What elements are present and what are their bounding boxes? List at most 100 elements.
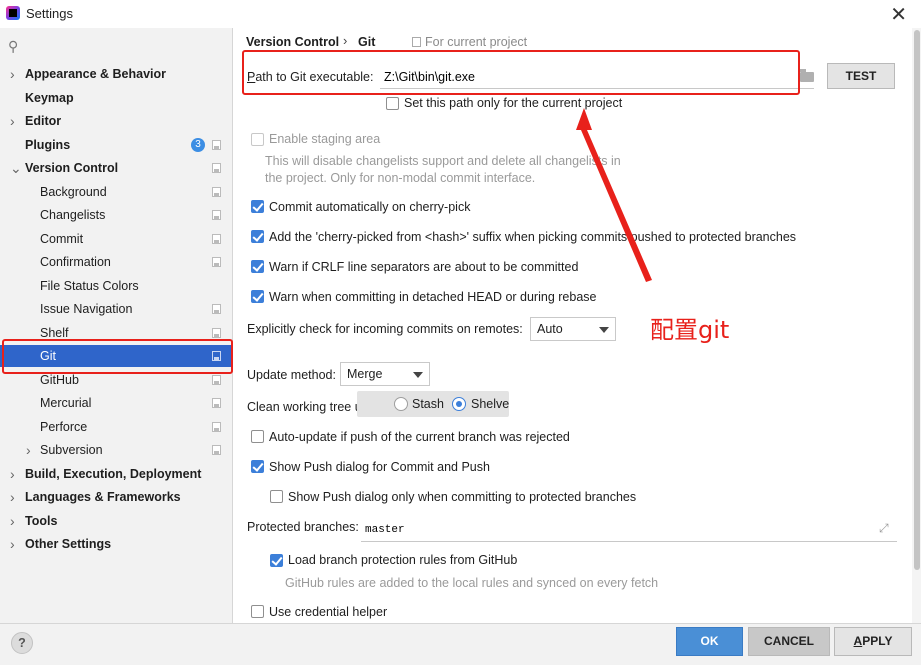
chevron-right-icon[interactable]: › <box>10 110 15 132</box>
load-rules-checkbox[interactable] <box>270 554 283 567</box>
sidebar-item-label: Version Control <box>25 161 119 175</box>
sidebar-item-commit[interactable]: Commit <box>0 228 232 250</box>
project-scope-icon <box>212 327 221 338</box>
current-project-only-label: Set this path only for the current proje… <box>404 96 623 110</box>
breadcrumb-current: Git <box>358 35 376 49</box>
show-push-protected-checkbox[interactable] <box>270 490 283 503</box>
git-path-label: Path to Git executable: <box>247 70 373 84</box>
sidebar-item-label: Issue Navigation <box>40 302 133 316</box>
incoming-commits-select[interactable]: Auto <box>530 317 616 341</box>
sidebar-item-label: Commit <box>40 231 84 246</box>
stash-radio[interactable] <box>394 397 408 411</box>
chevron-down-icon <box>599 327 609 333</box>
commit-cherry-pick-checkbox[interactable] <box>251 200 264 213</box>
ok-button[interactable]: OK <box>676 627 743 656</box>
sidebar-item-background[interactable]: Background <box>0 181 232 203</box>
sidebar-item-perforce[interactable]: Perforce <box>0 416 232 438</box>
sidebar-item-file-status-colors[interactable]: File Status Colors <box>0 275 232 297</box>
sidebar-item-subversion[interactable]: › Subversion <box>0 439 232 461</box>
chevron-down-icon[interactable]: ⌄ <box>10 157 22 179</box>
apply-mnemonic: A <box>853 634 863 648</box>
cancel-button[interactable]: CANCEL <box>748 627 830 656</box>
cherry-picked-suffix-label: Add the 'cherry-picked from <hash>' suff… <box>269 230 797 244</box>
test-button[interactable]: TEST <box>827 63 895 89</box>
warn-crlf-checkbox[interactable] <box>251 260 264 273</box>
git-path-input[interactable] <box>380 65 814 89</box>
sidebar-item-label: Editor <box>25 114 62 128</box>
sidebar-item-github[interactable]: GitHub <box>0 369 232 391</box>
scope-indicator: For current project <box>412 35 527 49</box>
update-method-label: Update method: <box>247 368 336 382</box>
warn-detached-checkbox[interactable] <box>251 290 264 303</box>
sidebar-item-label: GitHub <box>40 372 79 387</box>
search-box[interactable]: ⚲ <box>6 37 226 57</box>
shelve-label: Shelve <box>471 397 510 411</box>
sidebar-item-appearance-behavior[interactable]: › Appearance & Behavior <box>0 63 232 85</box>
chevron-right-icon[interactable]: › <box>10 486 15 508</box>
chevron-right-icon[interactable]: › <box>10 510 15 532</box>
project-scope-icon <box>212 186 221 197</box>
scope-label: For current project <box>425 35 528 49</box>
chevron-right-icon[interactable]: › <box>10 463 15 485</box>
project-scope-icon <box>212 139 221 150</box>
sidebar-item-label: Mercurial <box>40 396 92 410</box>
sidebar-item-confirmation[interactable]: Confirmation <box>0 251 232 273</box>
chevron-right-icon[interactable]: › <box>10 533 15 555</box>
sidebar-item-other-settings[interactable]: › Other Settings <box>0 533 232 555</box>
staging-area-label: Enable staging area <box>269 132 381 146</box>
sidebar-item-tools[interactable]: › Tools <box>0 510 232 532</box>
current-project-only-checkbox[interactable] <box>386 97 399 110</box>
breadcrumb-separator: › <box>343 33 348 48</box>
dialog-footer: ? OK CANCEL APPLY <box>0 623 921 665</box>
sidebar-item-changelists[interactable]: Changelists <box>0 204 232 226</box>
project-scope-icon <box>412 37 421 47</box>
sidebar-item-label: Git <box>40 349 56 363</box>
sidebar-item-mercurial[interactable]: Mercurial <box>0 392 232 414</box>
sidebar-item-label: Tools <box>25 513 58 528</box>
auto-update-checkbox[interactable] <box>251 430 264 443</box>
sidebar-item-issue-navigation[interactable]: Issue Navigation <box>0 298 232 320</box>
shelve-radio[interactable] <box>452 397 466 411</box>
sidebar-item-version-control[interactable]: ⌄ Version Control <box>0 157 232 179</box>
sidebar-item-shelf[interactable]: Shelf <box>0 322 232 344</box>
sidebar-item-editor[interactable]: › Editor <box>0 110 232 132</box>
chevron-right-icon[interactable]: › <box>26 439 31 461</box>
commit-cherry-pick-label: Commit automatically on cherry-pick <box>269 200 471 214</box>
sidebar-item-label: Keymap <box>25 90 74 105</box>
rules-note: GitHub rules are added to the local rule… <box>285 576 659 590</box>
project-scope-icon <box>212 304 221 314</box>
project-scope-icon <box>212 421 221 432</box>
chevron-right-icon[interactable]: › <box>10 63 15 85</box>
sidebar-item-git[interactable]: Git <box>0 345 232 367</box>
incoming-commits-value: Auto <box>537 322 563 336</box>
search-input[interactable] <box>28 37 218 55</box>
git-settings-panel: Version Control › Git For current projec… <box>234 28 921 623</box>
expand-icon[interactable]: ⤢ <box>879 521 889 536</box>
breadcrumb-parent[interactable]: Version Control <box>246 35 339 49</box>
project-scope-icon <box>212 351 221 361</box>
staging-area-checkbox[interactable] <box>251 133 264 146</box>
sidebar-item-languages-frameworks[interactable]: › Languages & Frameworks <box>0 486 232 508</box>
project-scope-icon <box>212 374 221 385</box>
auto-update-label: Auto-update if push of the current branc… <box>269 430 570 444</box>
intellij-logo-icon <box>6 6 20 20</box>
sidebar-item-label: Other Settings <box>25 537 112 551</box>
close-icon[interactable]: ✕ <box>890 2 907 27</box>
sidebar-item-build-execution-deployment[interactable]: › Build, Execution, Deployment <box>0 463 232 485</box>
credential-helper-label: Use credential helper <box>269 605 388 619</box>
help-icon[interactable]: ? <box>11 632 33 654</box>
sidebar-item-plugins[interactable]: Plugins 3 <box>0 134 232 156</box>
sidebar-item-label: File Status Colors <box>40 278 139 293</box>
apply-button[interactable]: APPLY <box>834 627 912 656</box>
scrollbar-thumb[interactable] <box>914 30 920 570</box>
cherry-picked-suffix-checkbox[interactable] <box>251 230 264 243</box>
sidebar-item-keymap[interactable]: Keymap <box>0 87 232 109</box>
protected-branches-input[interactable] <box>361 518 897 542</box>
clean-tree-radio-group: Stash Shelve <box>357 391 509 417</box>
sidebar-item-label: Build, Execution, Deployment <box>25 466 202 481</box>
browse-folder-icon[interactable] <box>800 69 814 82</box>
update-method-select[interactable]: Merge <box>340 362 430 386</box>
show-push-dialog-checkbox[interactable] <box>251 460 264 473</box>
credential-helper-checkbox[interactable] <box>251 605 264 618</box>
git-path-label-text: ath to Git executable: <box>255 70 374 84</box>
